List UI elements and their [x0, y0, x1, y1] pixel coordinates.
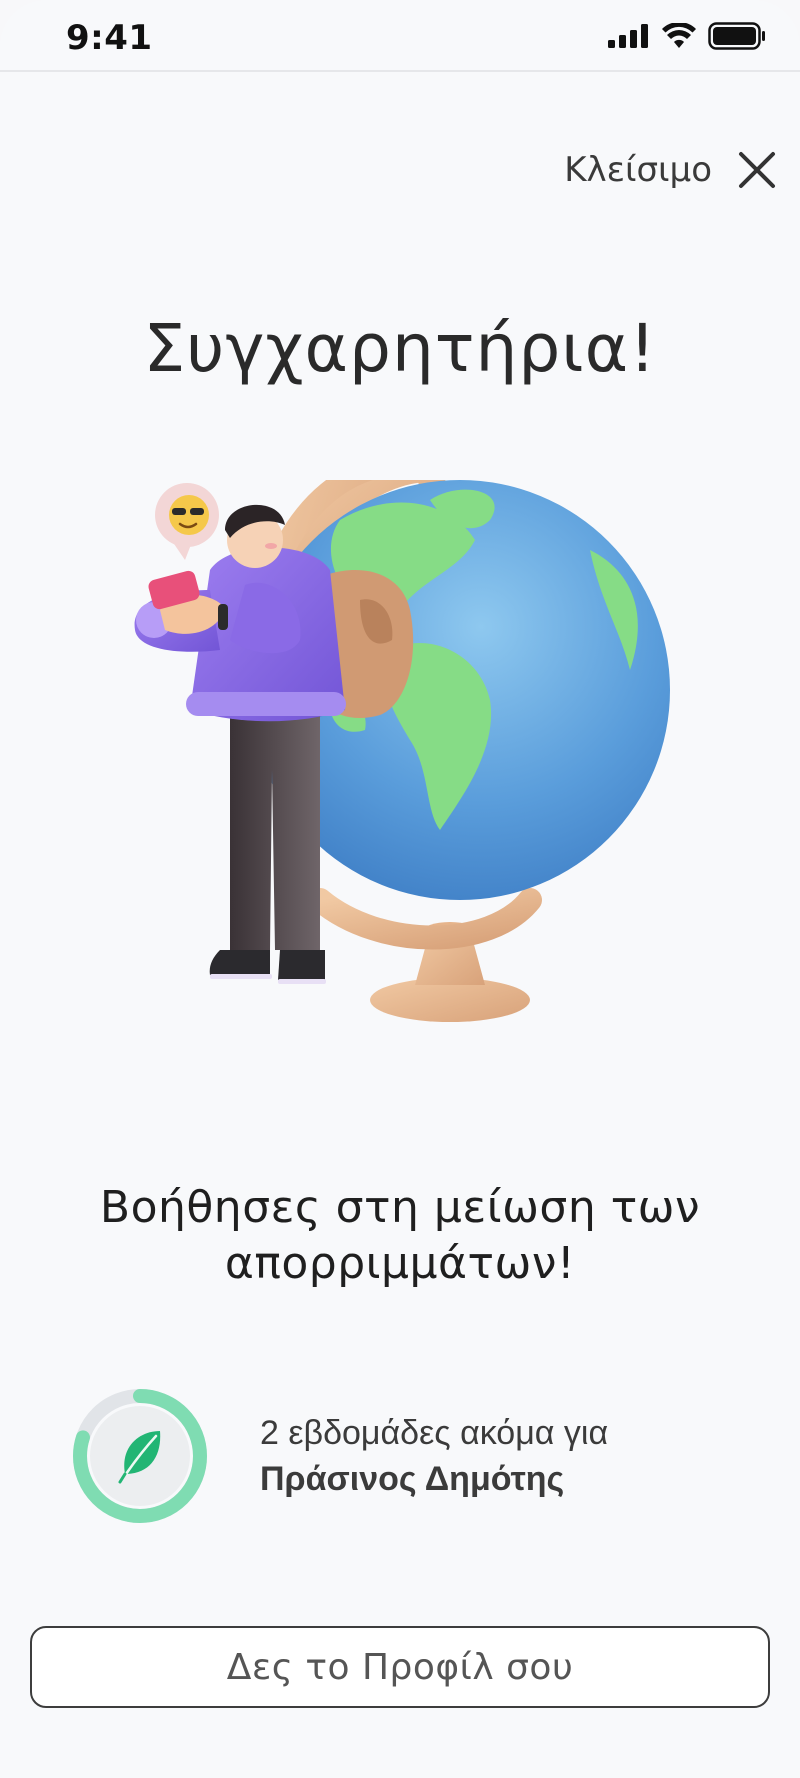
- wifi-icon: [662, 23, 696, 48]
- status-icons: [608, 22, 766, 50]
- progress-ring: [73, 1389, 207, 1523]
- success-message-line2: απορριμμάτων!: [224, 1238, 576, 1289]
- sunglasses-emoji-bubble: [155, 483, 219, 560]
- close-label: Κλείσιμο: [564, 150, 712, 190]
- progress-target-level: Πράσινος Δημότης: [260, 1460, 565, 1498]
- progress-remaining: 2 εβδομάδες ακόμα για: [260, 1414, 609, 1452]
- battery-icon: [708, 22, 765, 50]
- status-bar: 9:41: [0, 0, 800, 72]
- congratulations-screen: 9:41 Κλείσιμο Συγχαρητήρια! Βοήθησες στη…: [0, 0, 800, 1778]
- status-time: 9:41: [66, 18, 153, 58]
- progress-text: 2 εβδομάδες ακόμα για Πράσινος Δημότης: [260, 1410, 608, 1502]
- success-message-line1: Βοήθησες στη μείωση των: [99, 1182, 701, 1233]
- page-title: Συγχαρητήρια!: [143, 310, 657, 387]
- person-with-globe-illustration: [134, 480, 670, 1022]
- success-message: Βοήθησες στη μείωση των απορριμμάτων!: [40, 1180, 760, 1292]
- close-icon: [739, 152, 775, 188]
- view-profile-button[interactable]: Δες το Προφίλ σου: [30, 1626, 770, 1708]
- signal-icon: [608, 24, 648, 48]
- close-button[interactable]: Κλείσιμο: [564, 150, 776, 190]
- level-progress: 2 εβδομάδες ακόμα για Πράσινος Δημότης: [70, 1386, 608, 1526]
